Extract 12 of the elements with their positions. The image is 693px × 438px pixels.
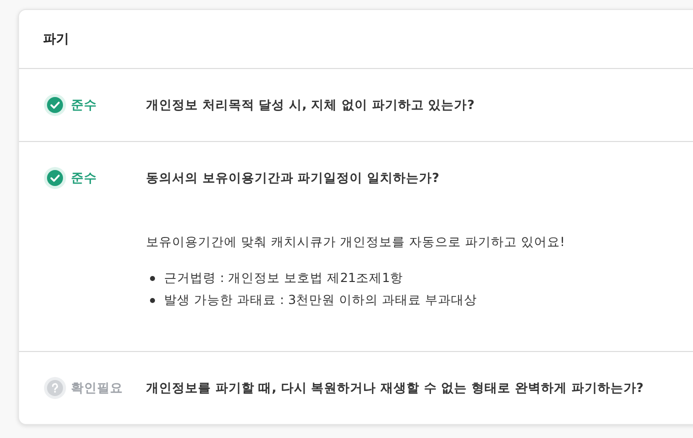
status-label: 준수 <box>71 96 97 114</box>
status-label: 확인필요 <box>71 380 123 396</box>
bullet-icon <box>150 276 155 280</box>
checklist-question: 개인정보 처리목적 달성 시, 지체 없이 파기하고 있는가? <box>146 96 474 114</box>
detail-message: 보유이용기간에 맞춰 캐치시큐가 개인정보를 자동으로 파기하고 있어요! <box>146 234 566 251</box>
section-title: 파기 <box>43 31 69 48</box>
detail-bullet: 근거법령 : 개인정보 보호법 제21조제1항 <box>164 269 403 287</box>
status-label: 준수 <box>71 170 97 186</box>
detail-bullet: 발생 가능한 과태료 : 3천만원 이하의 과태료 부과대상 <box>164 291 477 309</box>
checklist-question: 개인정보를 파기할 때, 다시 복원하거나 재생할 수 없는 형태로 완벽하게 파기하는가? <box>146 380 644 396</box>
checklist-question: 동의서의 보유이용기간과 파기일정이 일치하는가? <box>146 170 440 186</box>
bullet-icon <box>150 298 155 302</box>
